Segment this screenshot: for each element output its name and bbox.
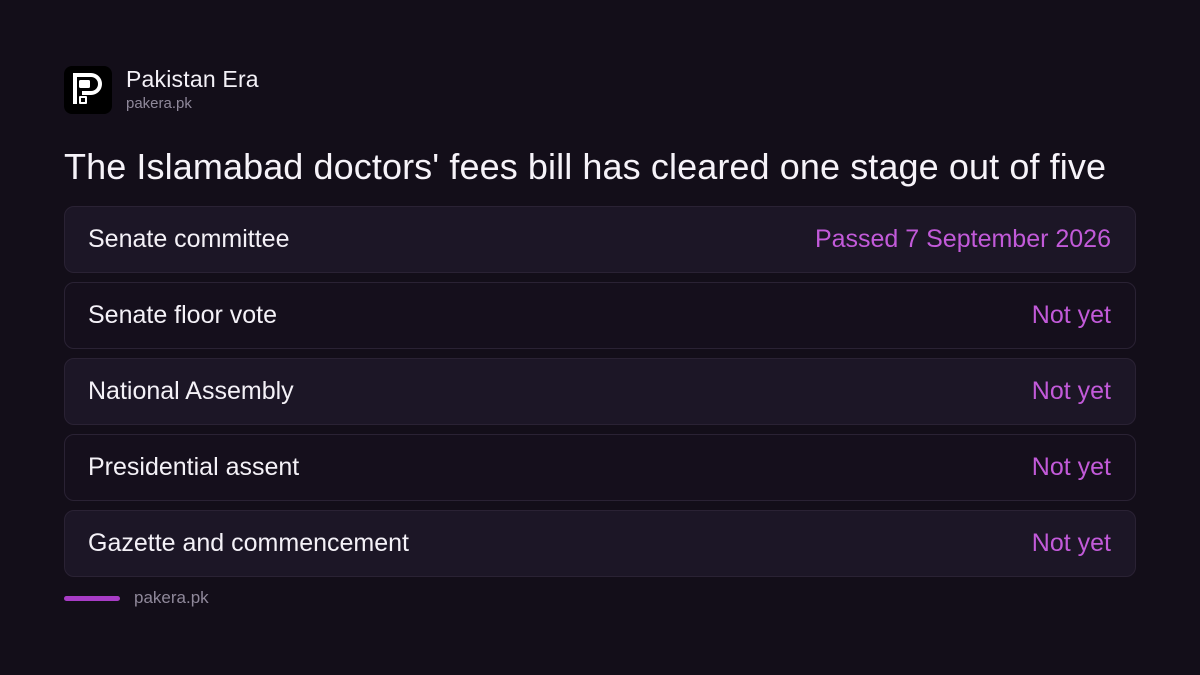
stage-row: Senate floor vote Not yet <box>64 282 1136 349</box>
stage-status: Passed 7 September 2026 <box>814 225 1111 253</box>
brand-header: Pakistan Era pakera.pk <box>64 66 259 114</box>
stage-row: National Assembly Not yet <box>64 358 1136 425</box>
stage-name: Gazette and commencement <box>88 529 409 557</box>
stage-row: Senate committee Passed 7 September 2026 <box>64 206 1136 273</box>
stage-status: Not yet <box>1031 529 1111 557</box>
stage-status: Not yet <box>1031 453 1111 481</box>
brand-name: Pakistan Era <box>126 66 259 92</box>
stage-status: Not yet <box>1031 377 1111 405</box>
stage-list: Senate committee Passed 7 September 2026… <box>64 206 1136 586</box>
stage-name: Senate floor vote <box>88 301 278 329</box>
footer-domain: pakera.pk <box>134 588 209 607</box>
stage-row: Presidential assent Not yet <box>64 434 1136 501</box>
brand-domain: pakera.pk <box>126 95 192 112</box>
accent-bar <box>64 595 120 601</box>
stage-name: Senate committee <box>88 225 290 253</box>
stage-row: Gazette and commencement Not yet <box>64 510 1136 577</box>
stage-name: Presidential assent <box>88 453 300 481</box>
pakera-logo-icon <box>64 66 112 114</box>
stage-status: Not yet <box>1031 301 1111 329</box>
footer: pakera.pk <box>64 588 209 608</box>
stage-name: National Assembly <box>88 377 294 405</box>
headline: The Islamabad doctors' fees bill has cle… <box>64 146 1107 187</box>
